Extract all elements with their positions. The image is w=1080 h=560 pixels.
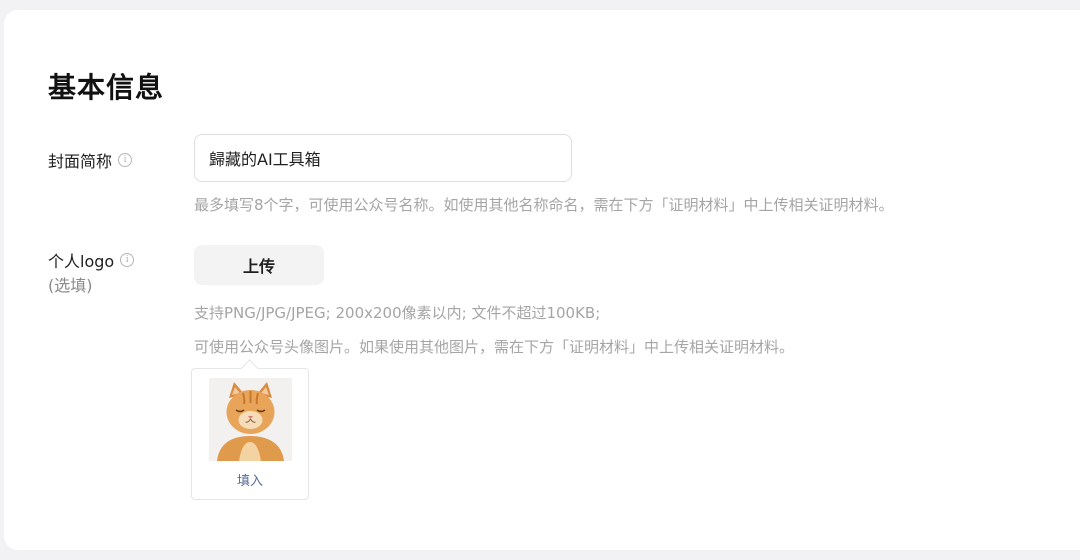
fill-avatar-link[interactable]: 填入 bbox=[192, 470, 308, 489]
section-title: 基本信息 bbox=[48, 71, 165, 104]
cat-avatar-icon bbox=[209, 378, 292, 461]
info-icon[interactable]: i bbox=[120, 253, 135, 267]
basic-info-card bbox=[4, 10, 1080, 550]
personal-logo-label: 个人logo bbox=[48, 252, 115, 271]
cover-name-label-row: 封面简称 i bbox=[48, 148, 133, 172]
info-icon[interactable]: i bbox=[118, 153, 133, 167]
logo-format-hint: 支持PNG/JPG/JPEG; 200x200像素以内; 文件不超过100KB; bbox=[194, 304, 601, 322]
optional-label: (选填) bbox=[48, 276, 93, 295]
upload-button[interactable]: 上传 bbox=[194, 245, 324, 285]
cat-avatar-image[interactable] bbox=[209, 378, 292, 461]
cover-name-hint: 最多填写8个字，可使用公众号名称。如使用其他名称命名，需在下方「证明材料」中上传… bbox=[194, 196, 894, 214]
avatar-suggestion-popover: 填入 bbox=[191, 368, 309, 500]
cover-name-label: 封面简称 bbox=[48, 152, 113, 171]
personal-logo-label-row: 个人logo i bbox=[48, 248, 135, 272]
logo-usage-hint: 可使用公众号头像图片。如果使用其他图片，需在下方「证明材料」中上传相关证明材料。 bbox=[194, 338, 795, 356]
cover-name-input[interactable] bbox=[194, 134, 572, 182]
